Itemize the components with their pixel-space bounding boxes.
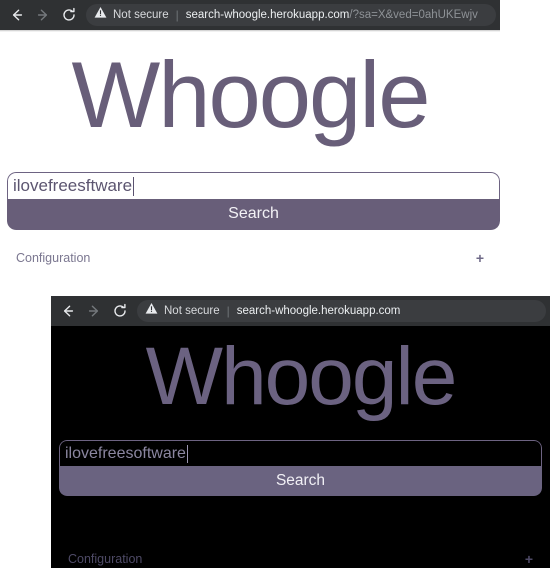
reload-button[interactable] (56, 2, 82, 28)
configuration-expand-icon-light[interactable]: + (476, 251, 484, 265)
arrow-right-icon (86, 303, 102, 319)
search-input-value-light: ilovefreesftware (13, 176, 133, 195)
browser-window-light: Not secure | search-whoogle.herokuapp.co… (0, 0, 550, 296)
configuration-row-dark[interactable]: Configuration + (68, 552, 533, 566)
search-button-dark[interactable]: Search (59, 466, 542, 496)
address-bar-url-host: search-whoogle.herokuapp.com (185, 9, 350, 21)
configuration-row-light[interactable]: Configuration + (16, 251, 484, 265)
back-button-dark[interactable] (55, 298, 81, 324)
search-form-dark: ilovefreesoftware Search (59, 440, 542, 496)
arrow-left-icon (9, 7, 25, 23)
address-bar-url-dark: search-whoogle.herokuapp.com (237, 305, 538, 317)
search-button-light[interactable]: Search (7, 199, 500, 230)
back-button[interactable] (4, 2, 30, 28)
reload-button-dark[interactable] (107, 298, 133, 324)
whoogle-logo-light: Whoogle (71, 42, 431, 147)
address-bar-divider: | (175, 8, 179, 22)
configuration-expand-icon-dark[interactable]: + (525, 552, 533, 566)
security-status-label: Not secure (113, 9, 169, 21)
configuration-label-dark: Configuration (68, 552, 143, 566)
address-bar-url-path: /?sa=X&ved=0ahUKEwjv (349, 9, 478, 21)
search-input-dark[interactable]: ilovefreesoftware (59, 440, 542, 466)
configuration-label-light: Configuration (16, 251, 91, 265)
browser-window-dark: Not secure | search-whoogle.herokuapp.co… (51, 296, 550, 568)
whoogle-page-dark: Whoogle ilovefreesoftware Search Configu… (51, 328, 550, 568)
browser-toolbar-light: Not secure | search-whoogle.herokuapp.co… (0, 0, 500, 30)
search-form-light: ilovefreesftware Search (7, 172, 500, 230)
reload-icon (61, 7, 77, 23)
reload-icon (112, 303, 128, 319)
security-status-label-dark: Not secure (164, 305, 220, 317)
whoogle-logo-dark: Whoogle (145, 331, 458, 422)
address-bar-dark[interactable]: Not secure | search-whoogle.herokuapp.co… (137, 300, 546, 322)
arrow-right-icon (35, 7, 51, 23)
address-bar-url: search-whoogle.herokuapp.com/?sa=X&ved=0… (186, 9, 488, 21)
address-bar-url-host-dark: search-whoogle.herokuapp.com (236, 305, 401, 317)
text-cursor-dark (186, 444, 188, 463)
warning-triangle-icon (145, 302, 158, 320)
warning-triangle-icon (94, 6, 107, 24)
whoogle-page-light: Whoogle ilovefreesftware Search Configur… (0, 32, 550, 296)
search-input-value-dark: ilovefreesoftware (65, 444, 186, 462)
search-input-light[interactable]: ilovefreesftware (7, 172, 500, 199)
forward-button[interactable] (30, 2, 56, 28)
text-cursor-light (133, 176, 135, 196)
forward-button-dark[interactable] (81, 298, 107, 324)
browser-toolbar-dark: Not secure | search-whoogle.herokuapp.co… (51, 296, 550, 326)
arrow-left-icon (60, 303, 76, 319)
address-bar[interactable]: Not secure | search-whoogle.herokuapp.co… (86, 4, 496, 26)
address-bar-divider-dark: | (226, 304, 230, 318)
